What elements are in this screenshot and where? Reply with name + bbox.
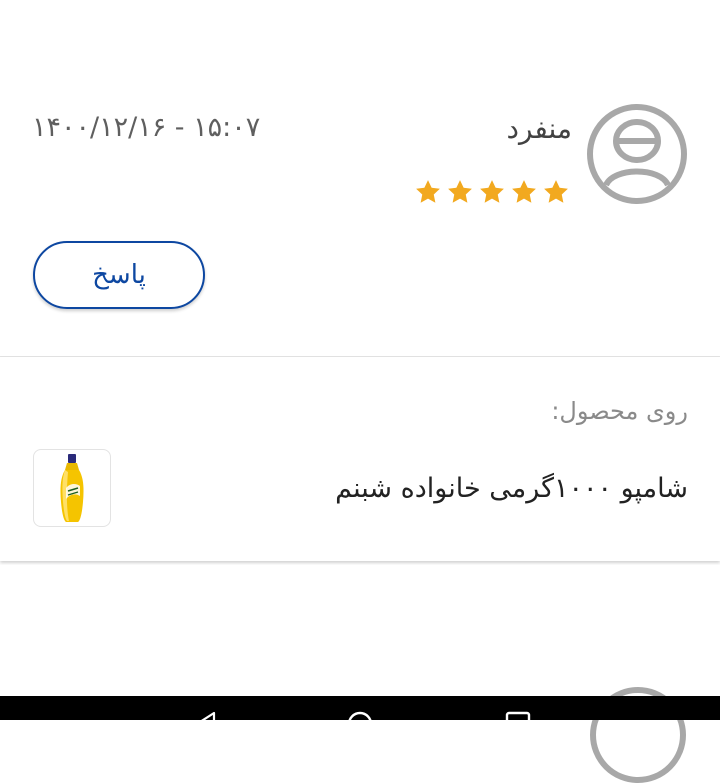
recent-apps-icon[interactable] (504, 710, 532, 720)
review-card: منفرد ۱۴۰۰/۱۲/۱۶ - ۱۵:۰۷ پاسخ (0, 0, 720, 356)
star-icon (416, 180, 440, 203)
product-caption: روی محصول: (551, 397, 688, 425)
next-review-card (0, 565, 720, 783)
product-section: روی محصول: شامپو ۱۰۰۰گرمی خانواده شبنم (0, 357, 720, 561)
back-icon[interactable] (196, 710, 220, 720)
system-navigation-bar (0, 696, 720, 720)
product-image (33, 449, 111, 527)
reply-button[interactable]: پاسخ (33, 241, 205, 309)
review-datetime: ۱۴۰۰/۱۲/۱۶ - ۱۵:۰۷ (32, 112, 261, 143)
star-icon (448, 180, 472, 203)
product-name[interactable]: شامپو ۱۰۰۰گرمی خانواده شبنم (335, 473, 688, 504)
review-author: منفرد (506, 112, 572, 145)
shampoo-bottle-icon (60, 454, 84, 522)
star-icon (480, 180, 504, 203)
user-avatar-icon (587, 104, 687, 204)
star-icon (544, 180, 568, 203)
home-icon[interactable] (346, 710, 374, 720)
star-icon (512, 180, 536, 203)
rating-stars (413, 177, 571, 207)
product-link[interactable]: شامپو ۱۰۰۰گرمی خانواده شبنم (0, 447, 720, 531)
